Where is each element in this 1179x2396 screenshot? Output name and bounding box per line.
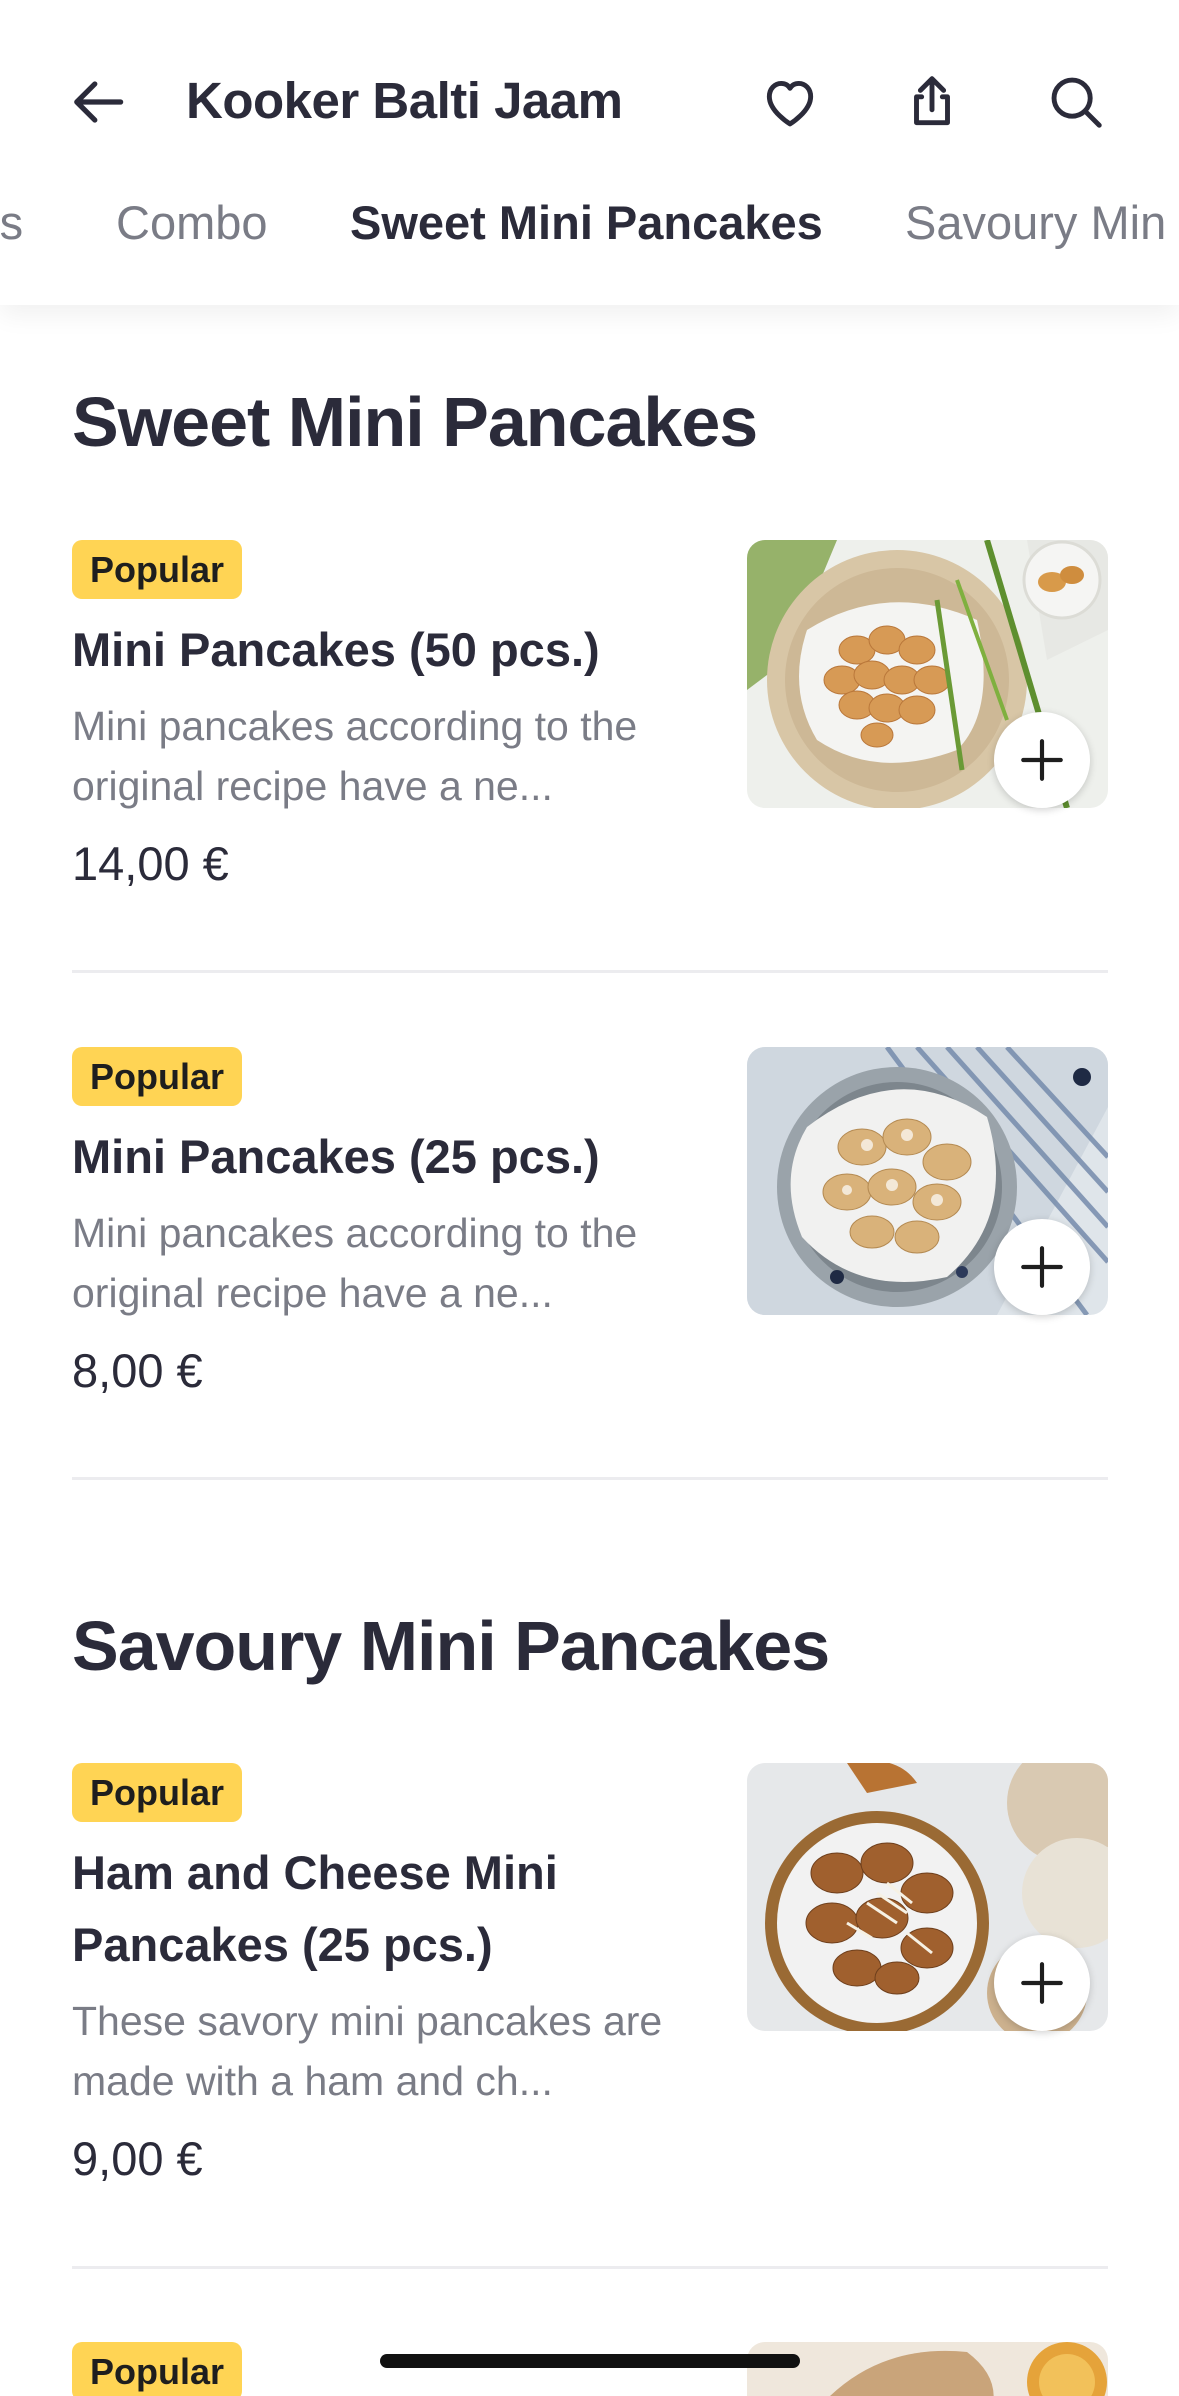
popular-badge: Popular: [72, 1763, 243, 1822]
plus-icon: [1021, 739, 1063, 781]
item-name: Mini Pancakes (25 pcs.): [72, 1130, 600, 1183]
back-button[interactable]: [60, 62, 140, 142]
search-button[interactable]: [1036, 62, 1116, 142]
add-to-cart-button[interactable]: [994, 1935, 1090, 2031]
menu-item[interactable]: Popular Ham and Cheese Mini Pancakes (25…: [72, 1763, 1108, 2193]
section-title-savoury: Savoury Mini Pancakes: [72, 1607, 830, 1685]
share-icon: [914, 76, 950, 126]
item-name: Mini Pancakes (50 pcs.): [72, 623, 600, 676]
tab-previous-category[interactable]: rs: [0, 188, 23, 258]
popular-badge: Popular: [72, 540, 243, 599]
menu-item[interactable]: Popular: [72, 2342, 1108, 2396]
item-price: 8,00 €: [72, 1344, 203, 1397]
plus-icon: [1021, 1246, 1063, 1288]
item-description: Mini pancakes according to the original …: [72, 703, 638, 809]
restaurant-title: Kooker Balti Jaam: [186, 72, 623, 129]
popular-badge: Popular: [72, 1047, 243, 1106]
item-description: These savory mini pancakes are made with…: [72, 1998, 663, 2104]
popular-badge: Popular: [72, 2342, 243, 2396]
item-photo: [747, 2342, 1108, 2396]
add-to-cart-button[interactable]: [994, 712, 1090, 808]
header: Kooker Balti Jaam rs Combo Sweet Mini Pa…: [0, 0, 1179, 305]
home-indicator: [380, 2354, 800, 2368]
tab-sweet-mini-pancakes[interactable]: Sweet Mini Pancakes: [350, 188, 823, 258]
add-to-cart-button[interactable]: [994, 1219, 1090, 1315]
item-name: Ham and Cheese Mini Pancakes (25 pcs.): [72, 1846, 558, 1971]
item-price: 14,00 €: [72, 837, 229, 890]
divider: [72, 1477, 1108, 1480]
search-icon: [1051, 77, 1102, 128]
divider: [72, 970, 1108, 973]
back-arrow-icon: [74, 81, 124, 123]
tab-savoury-mini-pancakes[interactable]: Savoury Min: [905, 188, 1166, 258]
menu-item[interactable]: Popular Mini Pancakes (50 pcs.) Mini pan…: [72, 540, 1108, 910]
restaurant-menu-page: Kooker Balti Jaam rs Combo Sweet Mini Pa…: [0, 0, 1179, 2396]
heart-icon: [766, 80, 814, 127]
plus-icon: [1021, 1962, 1063, 2004]
favorite-button[interactable]: [750, 62, 830, 142]
item-description: Mini pancakes according to the original …: [72, 1210, 638, 1316]
divider: [72, 2266, 1108, 2269]
tab-combo[interactable]: Combo: [116, 188, 268, 258]
item-price: 9,00 €: [72, 2132, 203, 2185]
section-title-sweet: Sweet Mini Pancakes: [72, 383, 758, 461]
menu-item[interactable]: Popular Mini Pancakes (25 pcs.) Mini pan…: [72, 1047, 1108, 1417]
share-button[interactable]: [892, 62, 972, 142]
category-tabs: rs Combo Sweet Mini Pancakes Savoury Min: [0, 188, 1179, 258]
